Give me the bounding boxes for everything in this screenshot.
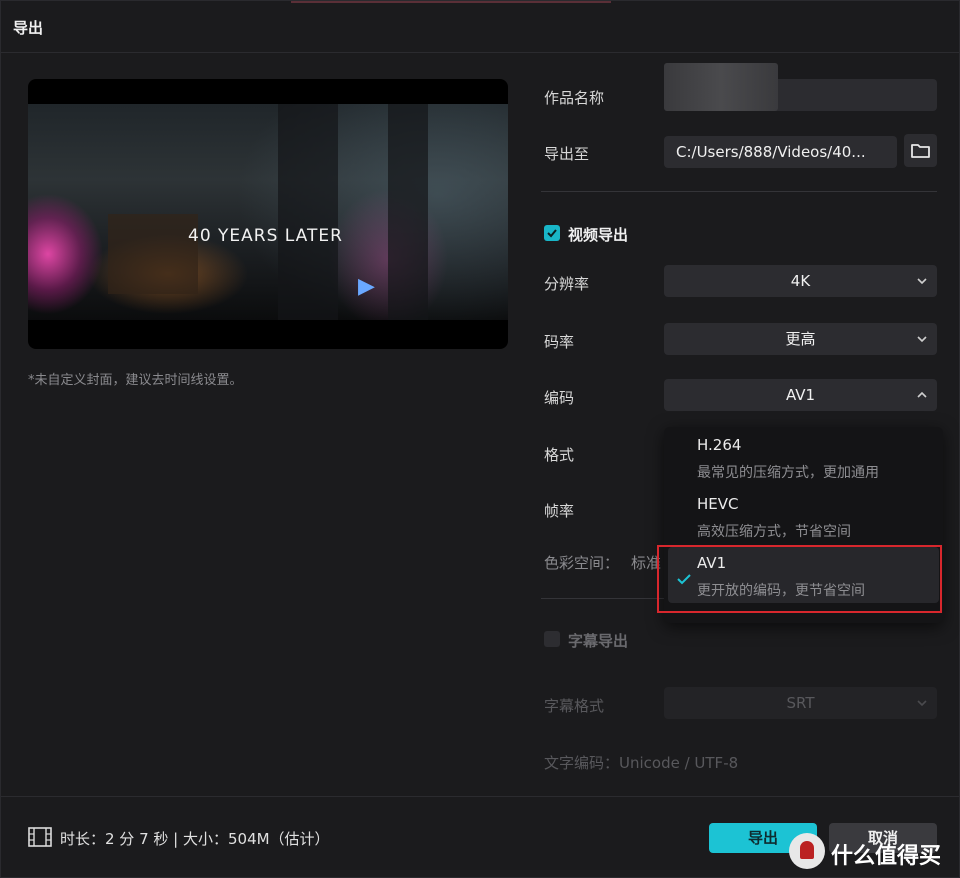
divider bbox=[541, 191, 937, 192]
chevron-down-icon bbox=[917, 278, 927, 285]
option-description: 最常见的压缩方式，更加通用 bbox=[697, 465, 879, 481]
subtitle-export-checkbox[interactable] bbox=[544, 631, 560, 647]
framerate-label: 帧率 bbox=[544, 502, 575, 520]
format-label: 格式 bbox=[544, 446, 575, 464]
preview-overlay-text: 40 YEARS LATER bbox=[188, 226, 343, 246]
bitrate-select[interactable]: 更高 bbox=[664, 323, 937, 355]
footer-divider bbox=[1, 796, 959, 797]
text-encoding: 文字编码：Unicode / UTF-8 bbox=[544, 754, 739, 772]
resolution-label: 分辨率 bbox=[544, 275, 590, 293]
export-path-input[interactable]: C:/Users/888/Videos/40... bbox=[664, 136, 897, 168]
codec-option-h264[interactable]: H.264 最常见的压缩方式，更加通用 bbox=[668, 429, 939, 485]
project-name-input[interactable] bbox=[664, 63, 937, 111]
chevron-down-icon bbox=[917, 700, 927, 707]
video-export-checkbox[interactable] bbox=[544, 225, 560, 241]
export-dialog: 导出 40 YEARS LATER ▶ *未自定义封面，建议去时间线设置。 作品… bbox=[0, 0, 960, 878]
folder-icon bbox=[911, 144, 930, 158]
bitrate-label: 码率 bbox=[544, 333, 575, 351]
browse-folder-button[interactable] bbox=[904, 134, 937, 167]
subtitle-format-select[interactable]: SRT bbox=[664, 687, 937, 719]
color-space-label: 色彩空间： bbox=[544, 554, 620, 572]
blurred-name bbox=[664, 63, 778, 111]
film-icon bbox=[28, 827, 52, 847]
option-name: HEVC bbox=[697, 495, 739, 513]
bitrate-value: 更高 bbox=[785, 330, 816, 348]
codec-option-hevc[interactable]: HEVC 高效压缩方式，节省空间 bbox=[668, 488, 939, 544]
resolution-select[interactable]: 4K bbox=[664, 265, 937, 297]
cover-note: *未自定义封面，建议去时间线设置。 bbox=[28, 373, 243, 388]
video-export-label: 视频导出 bbox=[568, 226, 629, 244]
watermark-logo bbox=[789, 833, 825, 869]
codec-select[interactable]: AV1 bbox=[664, 379, 937, 411]
checkbox-icon bbox=[547, 229, 557, 238]
annotation-highlight-box bbox=[657, 545, 942, 613]
chevron-up-icon bbox=[917, 391, 927, 398]
neon-sign: ▶ bbox=[358, 274, 375, 299]
watermark-text: 什么值得买 bbox=[831, 844, 942, 869]
title-bar: 导出 bbox=[1, 1, 959, 53]
chevron-down-icon bbox=[917, 336, 927, 343]
export-to-label: 导出至 bbox=[544, 145, 590, 163]
resolution-value: 4K bbox=[790, 272, 811, 290]
dialog-title: 导出 bbox=[13, 19, 44, 37]
preview-image: 40 YEARS LATER ▶ bbox=[28, 104, 508, 320]
option-name: H.264 bbox=[697, 436, 742, 454]
duration-size-info: 时长：2 分 7 秒 | 大小：504M（估计） bbox=[60, 830, 330, 848]
subtitle-export-label: 字幕导出 bbox=[568, 632, 629, 650]
name-label: 作品名称 bbox=[544, 89, 605, 107]
codec-label: 编码 bbox=[544, 389, 575, 407]
codec-value: AV1 bbox=[785, 386, 816, 404]
option-description: 高效压缩方式，节省空间 bbox=[697, 524, 851, 540]
subtitle-format-label: 字幕格式 bbox=[544, 697, 605, 715]
video-preview[interactable]: 40 YEARS LATER ▶ bbox=[28, 79, 508, 349]
watermark: 什么值得买 bbox=[789, 833, 960, 875]
subtitle-format-value: SRT bbox=[786, 694, 815, 712]
